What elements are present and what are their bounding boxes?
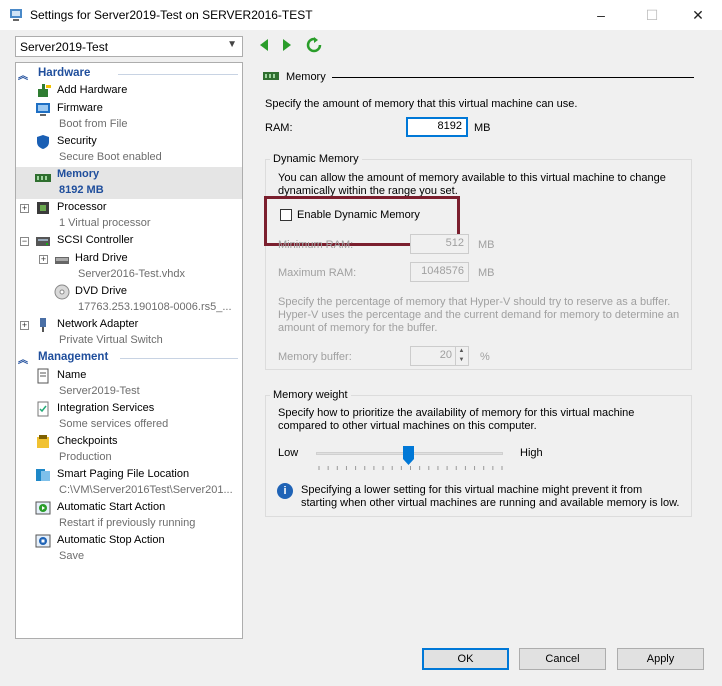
collapse-icon: ︽ — [18, 355, 28, 366]
management-section-header[interactable]: ︽ Management — [18, 351, 240, 366]
minimum-ram-label: Minimum RAM: — [278, 239, 354, 251]
section-divider — [118, 74, 238, 75]
vm-selector-value: Server2019-Test — [20, 40, 109, 54]
refresh-icon[interactable] — [306, 37, 322, 53]
window-title: Settings for Server2019-Test on SERVER20… — [30, 8, 313, 22]
minimize-button[interactable]: – — [578, 0, 624, 30]
maximum-ram-label: Maximum RAM: — [278, 267, 357, 279]
settings-tree: ︽ Hardware Add Hardware Firmware Boot fr… — [15, 62, 243, 639]
tree-item-add-hardware[interactable]: Add Hardware — [16, 83, 242, 99]
hard-drive-icon — [55, 257, 69, 264]
tree-item-automatic-stop[interactable]: Automatic Stop Action Save — [16, 533, 242, 565]
minimum-ram-input[interactable]: 512 — [410, 234, 469, 254]
add-hardware-icon — [38, 84, 51, 97]
expand-icon[interactable]: + — [39, 255, 48, 264]
tree-item-memory[interactable]: Memory 8192 MB — [16, 167, 242, 199]
automatic-stop-icon — [35, 534, 51, 548]
slider-thumb[interactable] — [403, 446, 414, 465]
weight-info-line2: starting when other virtual machines are… — [301, 497, 680, 509]
smart-paging-icon — [36, 469, 50, 481]
weight-high-label: High — [520, 447, 543, 459]
dvd-disc-icon — [54, 284, 70, 300]
minimum-ram-unit: MB — [478, 239, 495, 251]
ram-input[interactable]: 8192 — [406, 117, 468, 137]
ram-label: RAM: — [265, 122, 293, 134]
panel-title: Memory — [286, 71, 326, 83]
buffer-desc-line2: Hyper-V uses the percentage and the curr… — [278, 309, 680, 321]
checkpoints-icon — [37, 435, 49, 448]
expand-icon[interactable]: + — [20, 321, 29, 330]
maximum-ram-unit: MB — [478, 267, 495, 279]
memory-buffer-unit: % — [480, 351, 490, 363]
enable-dynamic-memory-checkbox[interactable] — [280, 209, 292, 221]
tree-item-dvd-drive[interactable]: DVD Drive 17763.253.190108-0006.rs5_... — [16, 284, 242, 316]
processor-icon — [37, 202, 49, 214]
previous-arrow-icon[interactable] — [257, 37, 273, 53]
close-button[interactable]: ✕ — [675, 0, 721, 30]
automatic-start-icon — [35, 501, 51, 515]
slider-ticks — [318, 466, 503, 470]
title-bar: Settings for Server2019-Test on SERVER20… — [0, 0, 722, 30]
name-document-icon — [37, 368, 49, 384]
weight-desc-line1: Specify how to prioritize the availabili… — [278, 407, 635, 419]
collapse-tree-icon[interactable]: − — [20, 237, 29, 246]
tree-item-firmware[interactable]: Firmware Boot from File — [16, 101, 242, 133]
buffer-desc-line1: Specify the percentage of memory that Hy… — [278, 296, 671, 308]
maximize-button[interactable]: ☐ — [629, 0, 675, 30]
weight-low-label: Low — [278, 447, 299, 459]
memory-weight-title: Memory weight — [270, 389, 351, 401]
ok-button[interactable]: OK — [422, 648, 509, 670]
weight-desc-line2: compared to other virtual machines on th… — [278, 420, 537, 432]
memory-chip-icon — [263, 72, 279, 80]
buffer-desc-line3: amount of memory for the buffer. — [278, 322, 438, 334]
tree-item-security[interactable]: Security Secure Boot enabled — [16, 134, 242, 166]
memory-intro-text: Specify the amount of memory that this v… — [265, 98, 578, 110]
expand-icon[interactable]: + — [20, 204, 29, 213]
dynamic-memory-title: Dynamic Memory — [270, 153, 362, 165]
spin-down-icon[interactable]: ▼ — [455, 356, 467, 365]
spin-up-icon[interactable]: ▲ — [455, 347, 467, 356]
info-icon: i — [277, 483, 293, 499]
dynamic-desc-line1: You can allow the amount of memory avail… — [278, 172, 666, 184]
firmware-icon — [36, 103, 50, 116]
next-arrow-icon[interactable] — [278, 37, 294, 53]
vm-selector[interactable]: Server2019-Test ▼ — [15, 36, 243, 57]
tree-item-automatic-start[interactable]: Automatic Start Action Restart if previo… — [16, 500, 242, 532]
hardware-section-header[interactable]: ︽ Hardware — [18, 67, 240, 82]
tree-item-network-adapter[interactable]: + Network Adapter Private Virtual Switch — [16, 317, 242, 349]
memory-chip-icon — [35, 174, 51, 182]
apply-button[interactable]: Apply — [617, 648, 704, 670]
integration-services-icon — [37, 401, 49, 417]
memory-buffer-label: Memory buffer: — [278, 351, 352, 363]
hyperv-settings-icon — [10, 9, 22, 21]
header-divider — [332, 77, 694, 78]
enable-dynamic-memory-label[interactable]: Enable Dynamic Memory — [297, 209, 420, 221]
collapse-icon: ︽ — [18, 71, 28, 82]
tree-item-checkpoints[interactable]: Checkpoints Production — [16, 434, 242, 466]
tree-item-smart-paging[interactable]: Smart Paging File Location C:\VM\Server2… — [16, 467, 242, 499]
cancel-button[interactable]: Cancel — [519, 648, 606, 670]
network-adapter-icon — [40, 318, 46, 332]
tree-item-processor[interactable]: + Processor 1 Virtual processor — [16, 200, 242, 232]
tree-item-hard-drive[interactable]: + Hard Drive Server2016-Test.vhdx — [16, 251, 242, 283]
section-divider — [120, 358, 238, 359]
tree-item-integration-services[interactable]: Integration Services Some services offer… — [16, 401, 242, 433]
tree-item-scsi-controller[interactable]: − SCSI Controller — [16, 233, 242, 249]
scsi-controller-icon — [36, 237, 50, 246]
ram-unit: MB — [474, 122, 491, 134]
weight-info-line1: Specifying a lower setting for this virt… — [301, 484, 643, 496]
shield-icon — [37, 135, 49, 149]
maximum-ram-input[interactable]: 1048576 — [410, 262, 469, 282]
tree-item-name[interactable]: Name Server2019-Test — [16, 368, 242, 400]
chevron-down-icon: ▼ — [227, 39, 237, 50]
